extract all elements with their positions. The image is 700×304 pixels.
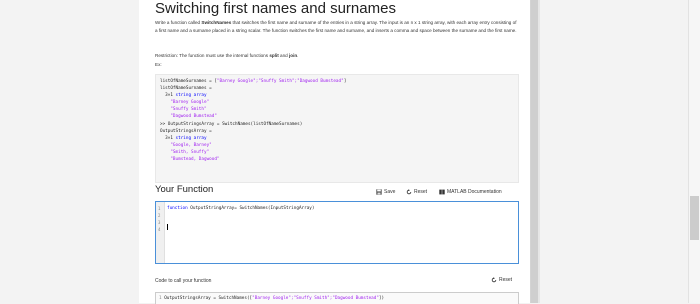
matlab-documentation-button[interactable]: MATLAB Documentation xyxy=(439,189,502,195)
problem-description: Write a function called SwitchNames that… xyxy=(155,20,517,34)
line-number: 1 xyxy=(158,206,161,211)
page-scrollbar-thumb[interactable] xyxy=(531,0,538,303)
call-code-editor[interactable]: 1 OutputStringsArray = SwitchNames(["Bar… xyxy=(155,292,519,304)
line-number: 3 xyxy=(158,220,161,225)
problem-page: Switching first names and surnames Write… xyxy=(139,0,530,304)
line-number: 4 xyxy=(158,227,161,232)
code-line: "Bumstead, Dagwood" xyxy=(160,157,220,162)
code-line: "Barney Google" xyxy=(160,100,210,105)
code-line: OutputStringsArray = xyxy=(160,129,212,134)
code-line: "Smith, Snuffy" xyxy=(160,150,210,155)
your-function-heading: Your Function xyxy=(155,184,214,195)
window-scrollbar[interactable] xyxy=(688,0,700,303)
call-section-label: Code to call your function xyxy=(155,278,212,284)
code-line: "Snuffy Smith" xyxy=(160,107,207,112)
window-scrollbar-thumb[interactable] xyxy=(690,196,699,240)
code-line: 3×1 string array xyxy=(160,93,207,98)
book-icon xyxy=(439,189,445,195)
example-code-block: listOfNameSurnames = ["Barney Google";"S… xyxy=(155,74,519,183)
problem-title: Switching first names and surnames xyxy=(155,0,396,17)
code-line: listOfNameSurnames = xyxy=(160,86,212,91)
function-name: SwitchNames xyxy=(201,20,232,25)
line-number: 2 xyxy=(158,213,161,218)
reset-button[interactable]: Reset xyxy=(406,189,427,195)
code-line: listOfNameSurnames = ["Barney Google";"S… xyxy=(160,79,347,84)
example-label: Ex: xyxy=(155,62,162,67)
call-reset-button[interactable]: Reset xyxy=(491,277,512,283)
code-line: "Google, Barney" xyxy=(160,143,212,148)
function-code-editor[interactable]: 1 2 3 4 function OutputStringArray= Swit… xyxy=(155,201,519,264)
function-signature-line[interactable]: function OutputStringArray= SwitchNames(… xyxy=(167,206,314,211)
code-line: "Dagwood Bumstead" xyxy=(160,114,217,119)
restriction-text: Restriction: The function must use the i… xyxy=(155,53,299,58)
code-line: >> OutputStringsArray = SwitchNames(list… xyxy=(160,122,303,127)
call-code-line[interactable]: 1 OutputStringsArray = SwitchNames(["Bar… xyxy=(159,296,384,301)
reset-icon xyxy=(491,277,497,283)
save-icon xyxy=(376,189,382,195)
code-line: 3×1 string array xyxy=(160,136,207,141)
save-button[interactable]: Save xyxy=(376,189,395,195)
text-cursor xyxy=(167,224,168,230)
reset-icon xyxy=(406,189,412,195)
editor-gutter: 1 2 3 4 xyxy=(156,202,165,263)
